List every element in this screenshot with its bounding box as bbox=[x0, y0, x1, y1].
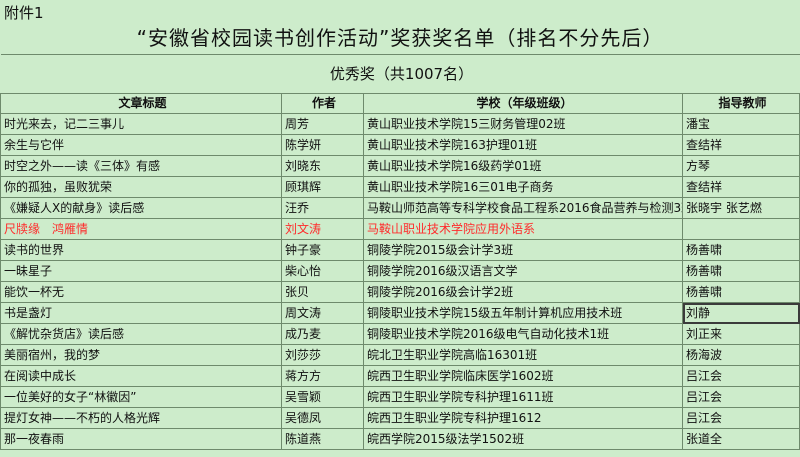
cell-school[interactable]: 铜陵学院2016级会计学2班 bbox=[363, 281, 683, 303]
cell-author[interactable]: 周文涛 bbox=[281, 302, 364, 324]
cell-school[interactable]: 马鞍山师范高等专科学校食品工程系2016食品营养与检测3班 bbox=[363, 197, 683, 219]
cell-author[interactable]: 刘文涛 bbox=[281, 218, 364, 240]
cell-teacher[interactable]: 查结祥 bbox=[682, 176, 800, 198]
table-row: 在阅读中成长 蒋方方 皖西卫生职业学院临床医学1602班 吕江会 bbox=[0, 365, 800, 387]
cell-teacher[interactable]: 杨善啸 bbox=[682, 260, 800, 282]
cell-author[interactable]: 顾琪辉 bbox=[281, 176, 364, 198]
table-row: 《解忧杂货店》读后感 成乃麦 铜陵职业技术学院2016级电气自动化技术1班 刘正… bbox=[0, 323, 800, 345]
cell-title[interactable]: 能饮一杯无 bbox=[0, 281, 282, 303]
table-row: 你的孤独，虽败犹荣 顾琪辉 黄山职业技术学院16三01电子商务 查结祥 bbox=[0, 176, 800, 198]
cell-teacher[interactable]: 张道全 bbox=[682, 428, 800, 450]
cell-title[interactable]: 时空之外——读《三体》有感 bbox=[0, 155, 282, 177]
cell-school[interactable]: 铜陵学院2015级会计学3班 bbox=[363, 239, 683, 261]
cell-school[interactable]: 黄山职业技术学院15三财务管理02班 bbox=[363, 113, 683, 135]
annex-label[interactable]: 附件1 bbox=[4, 2, 44, 24]
cell-title[interactable]: 一昧星子 bbox=[0, 260, 282, 282]
header-school[interactable]: 学校（年级班级） bbox=[363, 93, 683, 114]
sheet-title[interactable]: “安徽省校园读书创作活动”奖获奖名单（排名不分先后） bbox=[0, 22, 800, 54]
spreadsheet: 附件1 “安徽省校园读书创作活动”奖获奖名单（排名不分先后） 优秀奖（共1007… bbox=[0, 0, 800, 457]
header-title[interactable]: 文章标题 bbox=[0, 93, 282, 114]
cell-author[interactable]: 吴德凤 bbox=[281, 407, 364, 429]
cell-school[interactable]: 皖西卫生职业学院临床医学1602班 bbox=[363, 365, 683, 387]
cell-title[interactable]: 美丽宿州，我的梦 bbox=[0, 344, 282, 366]
cell-school[interactable]: 铜陵职业技术学院15级五年制计算机应用技术班 bbox=[363, 302, 683, 324]
cell-school[interactable]: 皖西学院2015级法学1502班 bbox=[363, 428, 683, 450]
cell-author[interactable]: 钟子豪 bbox=[281, 239, 364, 261]
award-heading[interactable]: 优秀奖（共1007名） bbox=[0, 54, 800, 94]
cell-author[interactable]: 成乃麦 bbox=[281, 323, 364, 345]
cell-teacher[interactable]: 杨善啸 bbox=[682, 239, 800, 261]
cell-author[interactable]: 陈学妍 bbox=[281, 134, 364, 156]
cell-school[interactable]: 铜陵学院2016级汉语言文学 bbox=[363, 260, 683, 282]
table-row: 余生与它伴 陈学妍 黄山职业技术学院163护理01班 查结祥 bbox=[0, 134, 800, 156]
table-row: 《嫌疑人X的献身》读后感 汪乔 马鞍山师范高等专科学校食品工程系2016食品营养… bbox=[0, 197, 800, 219]
cell-teacher[interactable]: 查结祥 bbox=[682, 134, 800, 156]
cell-title[interactable]: 一位美好的女子“林徽因” bbox=[0, 386, 282, 408]
table-row: 能饮一杯无 张贝 铜陵学院2016级会计学2班 杨善啸 bbox=[0, 281, 800, 303]
cell-school[interactable]: 皖北卫生职业学院高临16301班 bbox=[363, 344, 683, 366]
cell-teacher[interactable]: 张晓宇 张艺燃 bbox=[682, 197, 800, 219]
table-row: 提灯女神——不朽的人格光辉 吴德凤 皖西卫生职业学院专科护理1612 吕江会 bbox=[0, 407, 800, 429]
cell-teacher[interactable]: 吕江会 bbox=[682, 365, 800, 387]
cell-author[interactable]: 吴雪颖 bbox=[281, 386, 364, 408]
cell-teacher[interactable]: 杨善啸 bbox=[682, 281, 800, 303]
award-row: 优秀奖（共1007名） bbox=[0, 54, 800, 94]
cell-teacher[interactable]: 吕江会 bbox=[682, 386, 800, 408]
cell-title[interactable]: 那一夜春雨 bbox=[0, 428, 282, 450]
cell-teacher[interactable]: 方琴 bbox=[682, 155, 800, 177]
cell-teacher[interactable]: 吕江会 bbox=[682, 407, 800, 429]
cell-title[interactable]: 提灯女神——不朽的人格光辉 bbox=[0, 407, 282, 429]
cell-title[interactable]: 尺牍缘 鸿雁情 bbox=[0, 218, 282, 240]
cell-title[interactable]: 余生与它伴 bbox=[0, 134, 282, 156]
cell-school[interactable]: 皖西卫生职业学院专科护理1612 bbox=[363, 407, 683, 429]
cell-title[interactable]: 在阅读中成长 bbox=[0, 365, 282, 387]
cell-school[interactable]: 铜陵职业技术学院2016级电气自动化技术1班 bbox=[363, 323, 683, 345]
cell-author[interactable]: 陈道燕 bbox=[281, 428, 364, 450]
cell-title[interactable]: 时光来去，记二三事儿 bbox=[0, 113, 282, 135]
cell-author[interactable]: 周芳 bbox=[281, 113, 364, 135]
header-author[interactable]: 作者 bbox=[281, 93, 364, 114]
cell-school[interactable]: 皖西卫生职业学院专科护理1611班 bbox=[363, 386, 683, 408]
cell-teacher[interactable]: 刘正来 bbox=[682, 323, 800, 345]
cell-teacher[interactable]: 杨海波 bbox=[682, 344, 800, 366]
cell-author[interactable]: 蒋方方 bbox=[281, 365, 364, 387]
cell-school[interactable]: 黄山职业技术学院16级药学01班 bbox=[363, 155, 683, 177]
cell-title[interactable]: 读书的世界 bbox=[0, 239, 282, 261]
table-row: 那一夜春雨 陈道燕 皖西学院2015级法学1502班 张道全 bbox=[0, 428, 800, 450]
table-row: 书是盏灯 周文涛 铜陵职业技术学院15级五年制计算机应用技术班 刘静 bbox=[0, 302, 800, 324]
cell-title[interactable]: 《解忧杂货店》读后感 bbox=[0, 323, 282, 345]
cell-teacher[interactable] bbox=[682, 218, 800, 240]
cell-author[interactable]: 刘莎莎 bbox=[281, 344, 364, 366]
cell-author[interactable]: 柴心怡 bbox=[281, 260, 364, 282]
cell-author[interactable]: 张贝 bbox=[281, 281, 364, 303]
table-row: 时空之外——读《三体》有感 刘晓东 黄山职业技术学院16级药学01班 方琴 bbox=[0, 155, 800, 177]
table-row-highlighted: 尺牍缘 鸿雁情 刘文涛 马鞍山职业技术学院应用外语系 bbox=[0, 218, 800, 240]
cell-title[interactable]: 书是盏灯 bbox=[0, 302, 282, 324]
cell-title[interactable]: 《嫌疑人X的献身》读后感 bbox=[0, 197, 282, 219]
header-row: 文章标题 作者 学校（年级班级） 指导教师 bbox=[0, 93, 800, 114]
cell-author[interactable]: 汪乔 bbox=[281, 197, 364, 219]
table-row: 一位美好的女子“林徽因” 吴雪颖 皖西卫生职业学院专科护理1611班 吕江会 bbox=[0, 386, 800, 408]
table-row: 美丽宿州，我的梦 刘莎莎 皖北卫生职业学院高临16301班 杨海波 bbox=[0, 344, 800, 366]
table-row: 读书的世界 钟子豪 铜陵学院2015级会计学3班 杨善啸 bbox=[0, 239, 800, 261]
cell-title[interactable]: 你的孤独，虽败犹荣 bbox=[0, 176, 282, 198]
award-table: 优秀奖（共1007名） 文章标题 作者 学校（年级班级） 指导教师 时光来去，记… bbox=[0, 54, 800, 450]
cell-author[interactable]: 刘晓东 bbox=[281, 155, 364, 177]
cell-school[interactable]: 黄山职业技术学院16三01电子商务 bbox=[363, 176, 683, 198]
table-row: 一昧星子 柴心怡 铜陵学院2016级汉语言文学 杨善啸 bbox=[0, 260, 800, 282]
cell-school[interactable]: 马鞍山职业技术学院应用外语系 bbox=[363, 218, 683, 240]
table-row: 时光来去，记二三事儿 周芳 黄山职业技术学院15三财务管理02班 潘宝 bbox=[0, 113, 800, 135]
selected-cell-teacher[interactable]: 刘静 bbox=[682, 302, 800, 324]
cell-teacher[interactable]: 潘宝 bbox=[682, 113, 800, 135]
cell-school[interactable]: 黄山职业技术学院163护理01班 bbox=[363, 134, 683, 156]
header-teacher[interactable]: 指导教师 bbox=[682, 93, 800, 114]
